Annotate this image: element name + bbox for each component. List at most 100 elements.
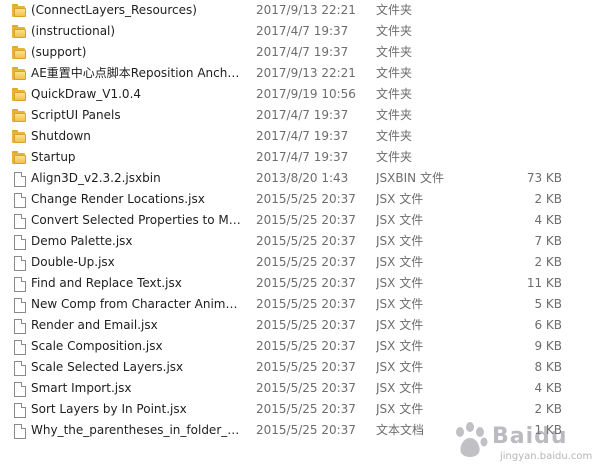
file-row[interactable]: Demo Palette.jsx 2015/5/25 20:37 JSX 文件 7 K…	[0, 231, 595, 252]
file-date: 2017/4/7 19:37	[256, 129, 349, 143]
file-type: 文件夹	[376, 108, 413, 122]
file-row[interactable]: (support) 2017/4/7 19:37 文件夹	[0, 42, 595, 63]
file-row[interactable]: (ConnectLayers_Resources) 2017/9/13 22:21…	[0, 0, 595, 21]
file-type: JSX 文件	[376, 255, 424, 269]
file-date: 2015/5/25 20:37	[256, 360, 356, 374]
file-list: (ConnectLayers_Resources) 2017/9/13 22:21…	[0, 0, 595, 441]
file-icon	[11, 402, 27, 418]
file-row[interactable]: Align3D_v2.3.2.jsxbin 2013/8/20 1:43 JSXBI…	[0, 168, 595, 189]
folder-icon	[11, 45, 27, 61]
file-type: 文件夹	[376, 45, 413, 59]
file-icon	[11, 339, 27, 355]
file-size: 73 KB	[526, 171, 562, 185]
file-size: 8 KB	[534, 360, 562, 374]
folder-icon	[11, 3, 27, 19]
file-type: JSX 文件	[376, 318, 424, 332]
folder-icon	[11, 87, 27, 103]
file-icon	[11, 213, 27, 229]
file-date: 2017/4/7 19:37	[256, 108, 349, 122]
file-date: 2015/5/25 20:37	[256, 234, 356, 248]
file-type: 文件夹	[376, 150, 413, 164]
file-name: QuickDraw_V1.0.4	[31, 87, 142, 101]
file-icon	[11, 276, 27, 292]
file-type: JSX 文件	[376, 276, 424, 290]
file-name: (instructional)	[31, 24, 116, 38]
file-icon	[11, 255, 27, 271]
file-row[interactable]: Change Render Locations.jsx 2015/5/25 20:…	[0, 189, 595, 210]
file-name: Render and Email.jsx	[31, 318, 158, 332]
file-name: AE重置中心点脚本Reposition Ancho...	[31, 66, 243, 80]
file-size: 4 KB	[534, 213, 562, 227]
file-type: 文件夹	[376, 24, 413, 38]
file-icon	[11, 297, 27, 313]
file-date: 2015/5/25 20:37	[256, 423, 356, 437]
file-date: 2015/5/25 20:37	[256, 297, 356, 311]
file-type: 文件夹	[376, 66, 413, 80]
folder-icon	[11, 108, 27, 124]
file-date: 2015/5/25 20:37	[256, 318, 356, 332]
file-date: 2013/8/20 1:43	[256, 171, 349, 185]
file-name: Startup	[31, 150, 76, 164]
file-row[interactable]: Double-Up.jsx 2015/5/25 20:37 JSX 文件 2 KB	[0, 252, 595, 273]
file-type: JSX 文件	[376, 213, 424, 227]
file-row[interactable]: Shutdown 2017/4/7 19:37 文件夹	[0, 126, 595, 147]
file-date: 2017/4/7 19:37	[256, 24, 349, 38]
file-name: Change Render Locations.jsx	[31, 192, 205, 206]
file-icon	[11, 360, 27, 376]
file-row[interactable]: Smart Import.jsx 2015/5/25 20:37 JSX 文件 4 K…	[0, 378, 595, 399]
file-row[interactable]: Find and Replace Text.jsx 2015/5/25 20:37…	[0, 273, 595, 294]
file-icon	[11, 171, 27, 187]
file-size: 9 KB	[534, 339, 562, 353]
file-type: 文本文档	[376, 423, 425, 437]
file-date: 2015/5/25 20:37	[256, 213, 356, 227]
file-name: Shutdown	[31, 129, 91, 143]
file-date: 2015/5/25 20:37	[256, 339, 356, 353]
file-row[interactable]: Render and Email.jsx 2015/5/25 20:37 JSX 文…	[0, 315, 595, 336]
file-name: Why_the_parentheses_in_folder_na...	[31, 423, 243, 437]
file-name: Find and Replace Text.jsx	[31, 276, 182, 290]
file-size: 5 KB	[534, 297, 562, 311]
file-date: 2017/4/7 19:37	[256, 45, 349, 59]
file-type: 文件夹	[376, 129, 413, 143]
watermark-subtext: jingyan.baidu.com	[500, 451, 593, 462]
file-date: 2017/4/7 19:37	[256, 150, 349, 164]
file-icon	[11, 234, 27, 250]
file-name: (ConnectLayers_Resources)	[31, 3, 197, 17]
file-type: JSX 文件	[376, 360, 424, 374]
file-size: 4 KB	[534, 381, 562, 395]
file-type: JSX 文件	[376, 339, 424, 353]
file-type: JSX 文件	[376, 234, 424, 248]
file-row[interactable]: Why_the_parentheses_in_folder_na... 2015/…	[0, 420, 595, 441]
file-date: 2015/5/25 20:37	[256, 192, 356, 206]
file-date: 2017/9/13 22:21	[256, 66, 356, 80]
file-date: 2017/9/19 10:56	[256, 87, 356, 101]
file-row[interactable]: (instructional) 2017/4/7 19:37 文件夹	[0, 21, 595, 42]
file-row[interactable]: ScriptUI Panels 2017/4/7 19:37 文件夹	[0, 105, 595, 126]
file-date: 2015/5/25 20:37	[256, 255, 356, 269]
file-size: 11 KB	[526, 276, 562, 290]
file-row[interactable]: Scale Selected Layers.jsx 2015/5/25 20:37…	[0, 357, 595, 378]
folder-icon	[11, 66, 27, 82]
file-row[interactable]: New Comp from Character Animat... 2015/5/…	[0, 294, 595, 315]
file-row[interactable]: Convert Selected Properties to Ma... 2015…	[0, 210, 595, 231]
file-date: 2017/9/13 22:21	[256, 3, 356, 17]
file-date: 2015/5/25 20:37	[256, 381, 356, 395]
file-size: 2 KB	[534, 192, 562, 206]
file-type: 文件夹	[376, 87, 413, 101]
folder-icon	[11, 150, 27, 166]
file-row[interactable]: Scale Composition.jsx 2015/5/25 20:37 JSX …	[0, 336, 595, 357]
file-size: 6 KB	[534, 318, 562, 332]
file-size: 2 KB	[534, 402, 562, 416]
file-type: JSX 文件	[376, 192, 424, 206]
file-row[interactable]: QuickDraw_V1.0.4 2017/9/19 10:56 文件夹	[0, 84, 595, 105]
file-name: Double-Up.jsx	[31, 255, 115, 269]
file-name: Scale Composition.jsx	[31, 339, 163, 353]
file-name: New Comp from Character Animat...	[31, 297, 243, 311]
file-date: 2015/5/25 20:37	[256, 276, 356, 290]
file-row[interactable]: Startup 2017/4/7 19:37 文件夹	[0, 147, 595, 168]
file-date: 2015/5/25 20:37	[256, 402, 356, 416]
folder-icon	[11, 24, 27, 40]
file-name: (support)	[31, 45, 87, 59]
file-row[interactable]: AE重置中心点脚本Reposition Ancho... 2017/9/13 22…	[0, 63, 595, 84]
file-row[interactable]: Sort Layers by In Point.jsx 2015/5/25 20:…	[0, 399, 595, 420]
